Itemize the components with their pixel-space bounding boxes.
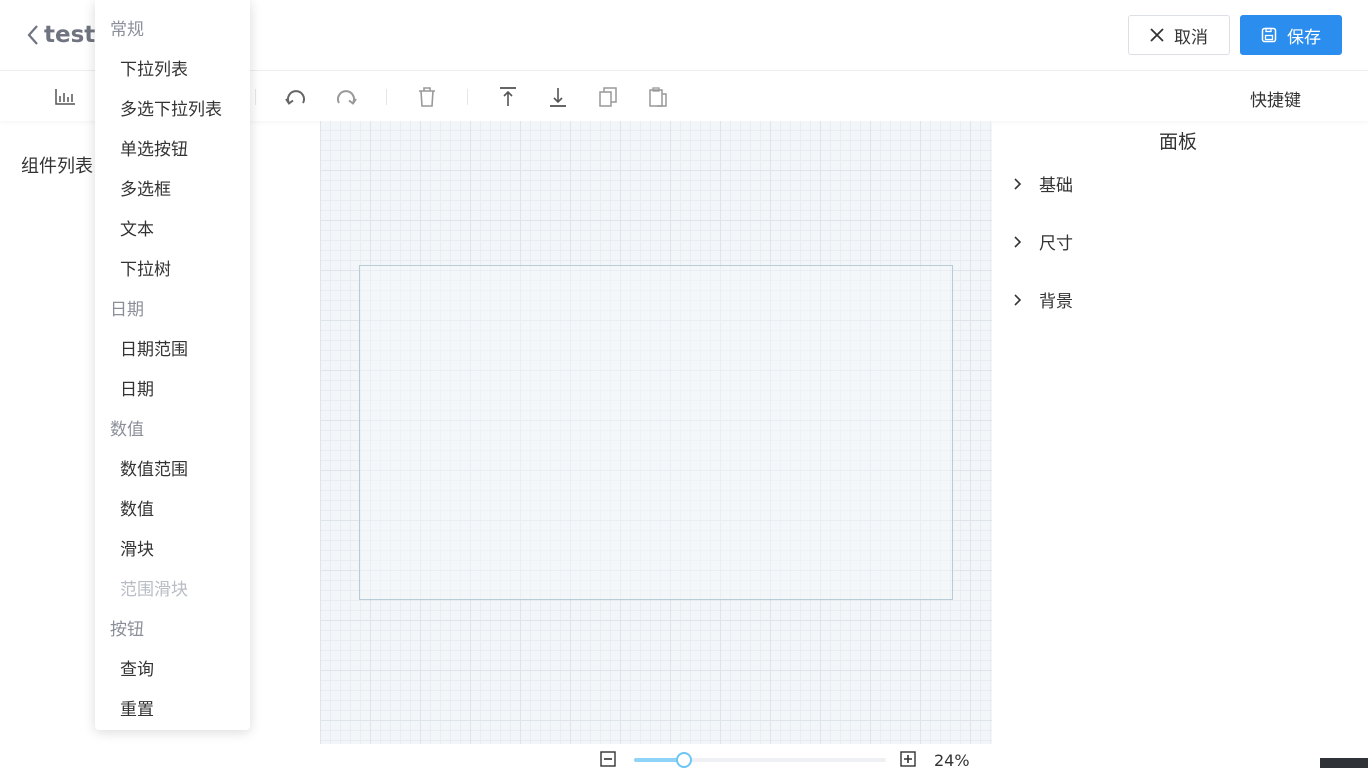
save-button[interactable]: 保存 [1240, 15, 1342, 55]
menu-item-reset[interactable]: 重置 [120, 695, 154, 720]
page-name: test [44, 22, 96, 48]
menu-group-button: 按钮 [110, 620, 144, 640]
menu-item-date[interactable]: 日期 [120, 375, 154, 400]
menu-group-general: 常规 [110, 20, 144, 40]
menu-item-range-slider: 范围滑块 [120, 580, 188, 600]
move-bottom-icon[interactable] [546, 85, 570, 109]
menu-group-number: 数值 [110, 420, 144, 440]
menu-item-dropdown-tree[interactable]: 下拉树 [120, 255, 171, 280]
close-icon [1150, 28, 1164, 42]
menu-item-radio[interactable]: 单选按钮 [120, 135, 188, 160]
chart-icon[interactable] [53, 85, 77, 109]
menu-item-number-range[interactable]: 数值范围 [120, 455, 188, 480]
menu-item-checkbox[interactable]: 多选框 [120, 175, 171, 200]
back-button[interactable]: test [26, 22, 95, 48]
zoom-out-icon[interactable] [600, 751, 616, 767]
panel-title: 面板 [1159, 131, 1198, 153]
component-dropdown-menu: 常规 下拉列表 多选下拉列表 单选按钮 多选框 文本 下拉树 日期 日期范围 日… [95, 0, 250, 730]
menu-item-date-range[interactable]: 日期范围 [120, 335, 188, 360]
delete-icon[interactable] [415, 85, 439, 109]
shortcut-button[interactable]: 快捷键 [1250, 86, 1301, 111]
cancel-label: 取消 [1174, 27, 1208, 48]
chevron-right-icon [1014, 293, 1022, 306]
menu-item-number[interactable]: 数值 [120, 495, 154, 520]
menu-item-slider[interactable]: 滑块 [120, 535, 154, 560]
toolbar-divider [255, 89, 256, 105]
copy-icon[interactable] [596, 85, 620, 109]
toolbar-divider [467, 89, 468, 105]
zoom-slider[interactable] [634, 758, 886, 762]
save-icon [1261, 27, 1277, 43]
redo-icon[interactable] [334, 85, 358, 109]
toolbar-divider [386, 89, 387, 105]
menu-group-date: 日期 [110, 300, 144, 320]
panel-section-basic[interactable]: 基础 [1013, 171, 1073, 196]
page-frame[interactable] [359, 265, 953, 600]
chevron-right-icon [1014, 235, 1022, 248]
component-list-title: 组件列表 [21, 156, 93, 177]
panel-section-label: 背景 [1039, 292, 1073, 312]
chevron-left-icon [27, 25, 38, 45]
panel-section-size[interactable]: 尺寸 [1013, 229, 1073, 254]
cancel-button[interactable]: 取消 [1128, 15, 1230, 55]
panel-section-label: 基础 [1039, 176, 1073, 196]
menu-item-multi-dropdown[interactable]: 多选下拉列表 [120, 95, 222, 120]
menu-item-text[interactable]: 文本 [120, 215, 154, 240]
zoom-value: 24% [934, 751, 970, 770]
undo-icon[interactable] [284, 85, 308, 109]
chevron-right-icon [1014, 177, 1022, 190]
save-label: 保存 [1287, 27, 1321, 48]
panel-section-label: 尺寸 [1039, 234, 1073, 254]
move-top-icon[interactable] [496, 85, 520, 109]
zoom-slider-thumb[interactable] [676, 752, 692, 768]
menu-item-dropdown[interactable]: 下拉列表 [120, 55, 188, 80]
panel-section-background[interactable]: 背景 [1013, 287, 1073, 312]
menu-item-query[interactable]: 查询 [120, 655, 154, 680]
paste-icon[interactable] [646, 85, 670, 109]
corner-widget [1320, 758, 1368, 768]
zoom-in-icon[interactable] [900, 751, 916, 767]
